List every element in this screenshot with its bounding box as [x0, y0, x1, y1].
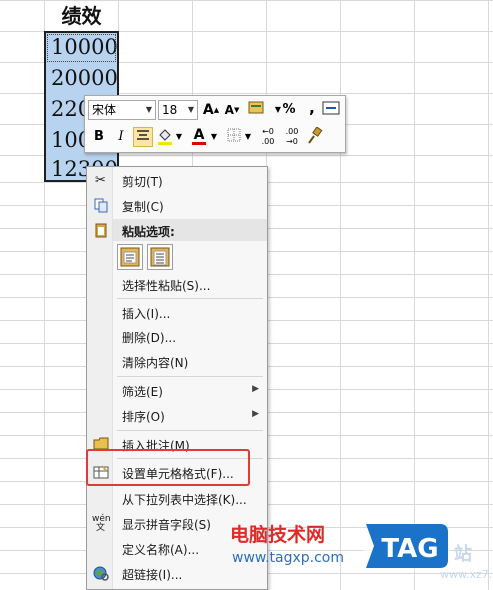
bold-button[interactable]: B [89, 127, 109, 147]
mini-toolbar: 宋体 ▼ 18 ▼ A▲ A▼ ▼ % , B I ▼ A ▼ ▼ ←0 .00… [84, 95, 346, 153]
tag-logo-text: TAG [381, 534, 438, 564]
menu-item-label: 超链接(I)... [122, 568, 183, 582]
submenu-arrow-icon: ▶ [252, 409, 259, 419]
grid-line [414, 0, 415, 590]
menu-item-label: 选择性粘贴(S)... [122, 279, 211, 293]
watermark-side-text: 站 [454, 544, 472, 565]
menu-item-cut[interactable]: ✂ 剪切(T) [87, 169, 267, 193]
menu-item-label: 筛选(E) [122, 385, 163, 399]
scissors-icon: ✂ [95, 173, 106, 188]
increase-decimal-icon: ←0 [262, 127, 274, 136]
accounting-format-icon [248, 101, 264, 114]
watermark-text: 电脑技术网 [230, 524, 326, 546]
paste-values-button[interactable] [147, 244, 173, 270]
menu-item-insert[interactable]: 插入(I)... [87, 301, 267, 325]
hyperlink-globe-icon [92, 565, 109, 582]
font-color-swatch [192, 142, 206, 145]
menu-item-clear[interactable]: 清除内容(N) [87, 350, 267, 374]
menu-item-copy[interactable]: 复制(C) [87, 194, 267, 218]
grid-line [488, 0, 489, 590]
increase-decimal-label: .00 [261, 137, 275, 146]
paint-bucket-icon [158, 129, 172, 145]
menu-item-filter[interactable]: 筛选(E) ▶ [87, 379, 267, 403]
font-color-button[interactable]: A [189, 125, 209, 145]
borders-icon [227, 128, 241, 142]
decrease-decimal-button[interactable]: .00 →0 [281, 127, 303, 147]
font-size-value: 18 [162, 103, 178, 117]
menu-item-label: 显示拼音字段(S) [122, 518, 211, 532]
menu-item-pick-from-list[interactable]: 从下拉列表中选择(K)... [87, 487, 267, 511]
phonetic-icon: wén 文 [92, 514, 111, 533]
borders-button[interactable] [224, 127, 244, 147]
menu-item-label: 剪切(T) [122, 175, 163, 189]
dropdown-arrow-icon: ▼ [145, 105, 152, 114]
paste-options-title: 粘贴选项: [87, 219, 267, 243]
menu-item-label: 排序(O) [122, 410, 165, 424]
decrease-decimal-label: .00 [285, 127, 299, 136]
format-painter-icon [308, 126, 323, 144]
menu-separator [117, 298, 263, 299]
menu-item-label: 删除(D)... [122, 331, 177, 345]
decrease-font-icon: A [224, 103, 234, 117]
decrease-decimal-icon: →0 [286, 137, 298, 146]
dropdown-arrow-icon[interactable]: ▼ [209, 127, 219, 147]
dropdown-arrow-icon[interactable]: ▼ [243, 127, 253, 147]
comma-style-button[interactable]: , [302, 98, 322, 118]
menu-item-delete[interactable]: 删除(D)... [87, 325, 267, 349]
submenu-arrow-icon: ▶ [252, 384, 259, 394]
fill-color-button[interactable] [155, 127, 175, 147]
menu-item-label: 定义名称(A)... [122, 543, 200, 557]
font-color-icon: A [193, 127, 205, 143]
font-size-combo[interactable]: 18 ▼ [158, 100, 198, 120]
dropdown-arrow-icon: ▼ [187, 105, 194, 114]
menu-item-label: 清除内容(N) [122, 356, 189, 370]
merge-center-button[interactable] [321, 100, 341, 120]
center-align-icon [137, 130, 149, 140]
font-name-combo[interactable]: 宋体 ▼ [88, 100, 156, 120]
decrease-font-button[interactable]: A▼ [222, 100, 242, 120]
increase-font-icon: A [202, 102, 214, 118]
center-align-button[interactable] [133, 127, 153, 147]
paste-values-icon [150, 247, 170, 267]
watermark-url: www.tagxp.com [232, 550, 344, 566]
copy-icon [92, 197, 109, 214]
highlight-annotation-box [86, 449, 250, 486]
clipboard-icon [92, 222, 109, 239]
merge-center-icon [322, 101, 340, 115]
paste-icon [120, 247, 140, 267]
tag-logo: TAG [360, 518, 452, 572]
format-painter-button[interactable] [304, 126, 324, 147]
percent-style-button[interactable]: % [279, 100, 299, 120]
menu-item-label: 粘贴选项: [122, 225, 175, 239]
menu-item-label: 复制(C) [122, 200, 164, 214]
up-arrow-icon: ▲ [213, 106, 220, 114]
grid-line [340, 0, 341, 590]
increase-font-button[interactable]: A▲ [201, 100, 221, 120]
down-arrow-icon: ▼ [233, 106, 240, 114]
font-name-value: 宋体 [92, 103, 117, 117]
menu-item-label: 从下拉列表中选择(K)... [122, 493, 247, 507]
menu-separator [117, 376, 263, 377]
active-cell-marquee [47, 34, 116, 62]
paste-button[interactable] [117, 244, 143, 270]
increase-decimal-button[interactable]: ←0 .00 [257, 127, 279, 147]
menu-separator [117, 430, 263, 431]
menu-item-sort[interactable]: 排序(O) ▶ [87, 404, 267, 428]
italic-button[interactable]: I [111, 127, 131, 147]
menu-item-label: 插入(I)... [122, 307, 171, 321]
accounting-format-button[interactable] [245, 100, 267, 120]
dropdown-arrow-icon[interactable]: ▼ [174, 127, 184, 147]
menu-item-paste-special[interactable]: 选择性粘贴(S)... [87, 273, 267, 297]
tag-logo-icon: TAG [362, 523, 450, 571]
column-header-performance[interactable]: 绩效 [45, 1, 118, 32]
